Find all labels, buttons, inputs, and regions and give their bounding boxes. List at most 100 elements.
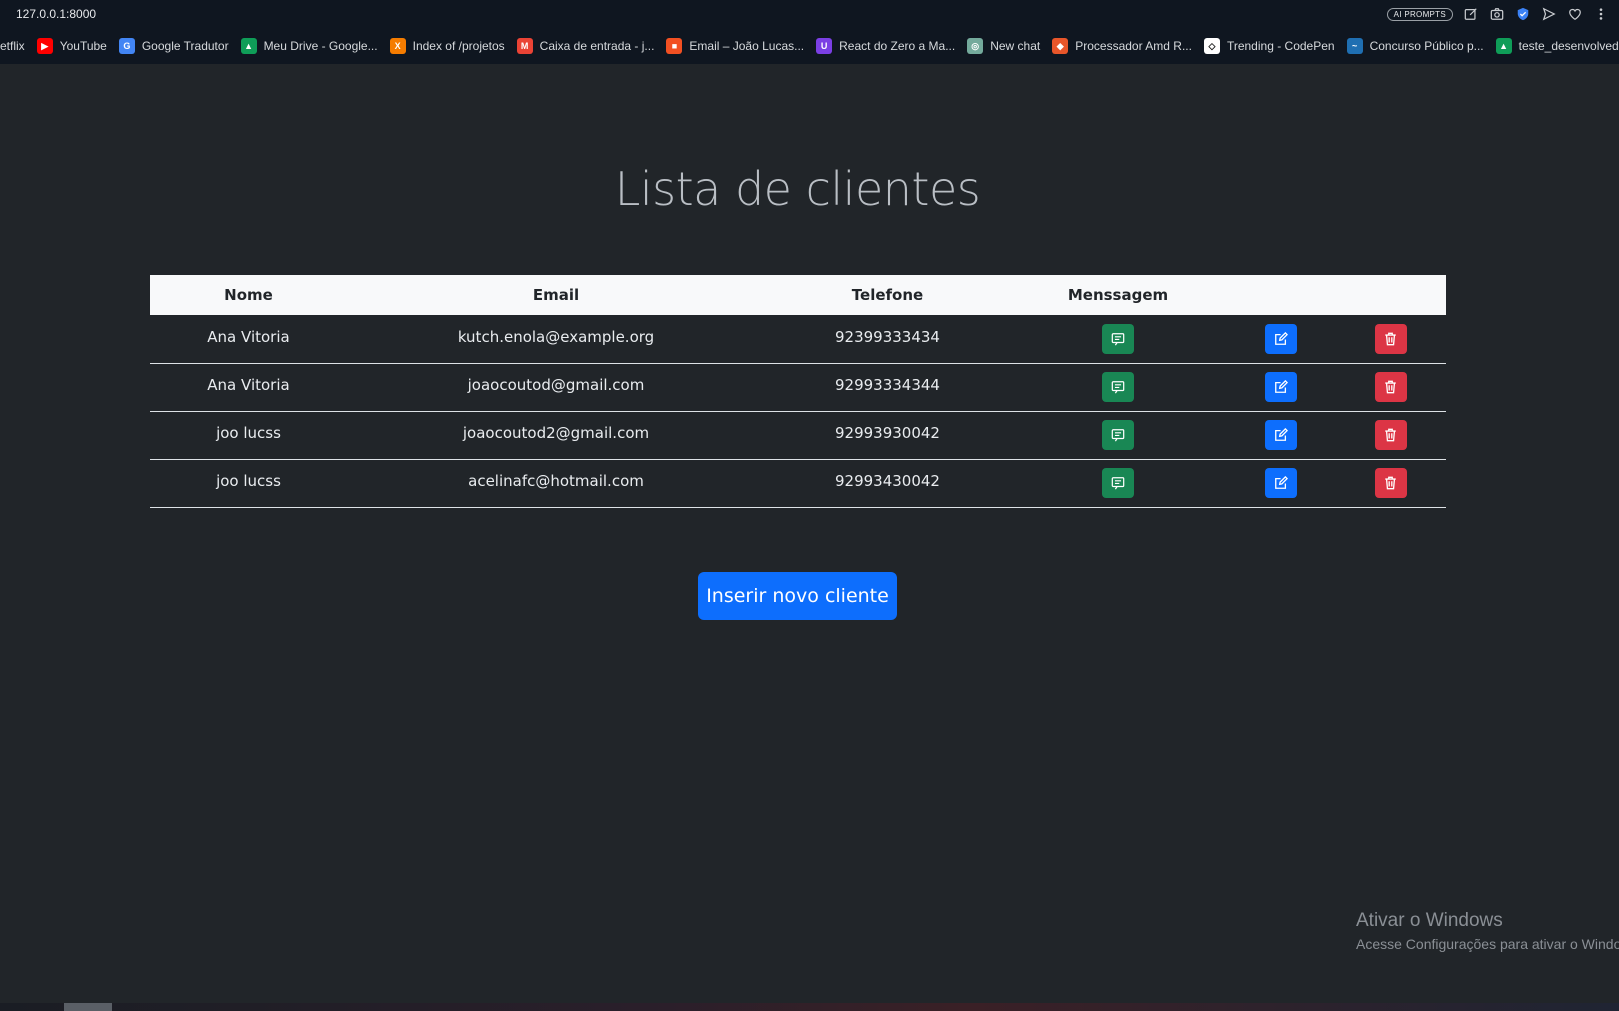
- bookmark-favicon-icon: ▲: [1495, 38, 1512, 54]
- ai-prompts-button[interactable]: AI PROMPTS: [1386, 7, 1453, 21]
- bookmark-label: Trending - CodePen: [1226, 39, 1335, 53]
- cell-message: [1010, 459, 1226, 507]
- cell-delete: [1335, 315, 1446, 363]
- clients-table-body: Ana Vitoria kutch.enola@example.org 923993…: [150, 315, 1446, 507]
- windows-activation-watermark: Ativar o Windows Acesse Configurações pa…: [1356, 910, 1619, 952]
- cell-nome: Ana Vitoria: [207, 327, 290, 346]
- table-row: joo lucss acelinafc@hotmail.com 9299343004…: [150, 459, 1446, 507]
- header-delete: [1335, 275, 1446, 315]
- bookmark-label: Concurso Público p...: [1369, 39, 1484, 53]
- heart-icon[interactable]: [1567, 6, 1583, 22]
- bookmark-item[interactable]: ▶ YouTube: [31, 32, 113, 60]
- bookmarks-bar: etflix ▶ YouTube G Google Tradutor ▲ Meu Drive…: [0, 28, 1619, 64]
- cell-nome: joo lucss: [216, 472, 281, 490]
- bookmark-favicon-icon: M: [516, 38, 533, 54]
- bookmark-item[interactable]: M Caixa de entrada - j...: [511, 32, 661, 60]
- cell-message: [1010, 363, 1226, 411]
- bookmark-item[interactable]: X Index of /projetos: [384, 32, 511, 60]
- camera-icon[interactable]: [1489, 6, 1505, 22]
- address-bar[interactable]: 127.0.0.1:8000: [16, 7, 96, 21]
- cell-email: kutch.enola@example.org: [457, 327, 655, 346]
- cell-message: [1010, 315, 1226, 363]
- bookmark-label: YouTube: [59, 39, 107, 53]
- edit-button[interactable]: [1264, 468, 1297, 498]
- cell-nome: joo lucss: [216, 424, 281, 442]
- bookmark-item[interactable]: U React do Zero a Ma...: [810, 32, 961, 60]
- bookmark-favicon-icon: U: [816, 38, 833, 54]
- pencil-square-icon: [1274, 428, 1288, 442]
- insert-client-button[interactable]: Inserir novo cliente: [698, 572, 897, 620]
- delete-button[interactable]: [1374, 468, 1407, 498]
- taskbar-item[interactable]: [64, 1003, 112, 1011]
- cell-delete: [1335, 411, 1446, 459]
- bookmark-item[interactable]: ■ Email – João Lucas...: [660, 32, 810, 60]
- bookmark-favicon-icon: ◎: [967, 38, 984, 54]
- cell-email: joaocoutod2@gmail.com: [462, 424, 650, 442]
- message-button[interactable]: [1102, 323, 1134, 354]
- bookmark-favicon-icon: G: [118, 38, 135, 54]
- cell-edit: [1226, 459, 1335, 507]
- chat-square-text-icon: [1111, 476, 1125, 490]
- trash-icon: [1384, 332, 1397, 346]
- delete-button[interactable]: [1374, 420, 1407, 450]
- bookmark-label: Google Tradutor: [141, 39, 229, 53]
- trash-icon: [1384, 428, 1397, 442]
- bookmark-item[interactable]: ~ Concurso Público p...: [1341, 32, 1490, 60]
- edit-button[interactable]: [1264, 420, 1297, 450]
- cell-edit: [1226, 363, 1335, 411]
- bookmark-label: etflix: [0, 39, 25, 53]
- bookmark-item[interactable]: ◇ Trending - CodePen: [1198, 32, 1341, 60]
- bookmark-favicon-icon: ~: [1346, 38, 1363, 54]
- taskbar: [0, 1003, 1619, 1011]
- bookmark-favicon-icon: ◇: [1203, 38, 1220, 54]
- trash-icon: [1384, 380, 1397, 394]
- bookmark-favicon-icon: ◆: [1052, 38, 1069, 54]
- message-button[interactable]: [1102, 468, 1134, 498]
- delete-button[interactable]: [1374, 323, 1407, 354]
- pencil-square-icon: [1274, 331, 1288, 346]
- edit-button[interactable]: [1264, 372, 1297, 402]
- cell-email: joaocoutod@gmail.com: [467, 376, 645, 394]
- table-row: joo lucss joaocoutod2@gmail.com 9299393004…: [150, 411, 1446, 459]
- clients-table: Nome Email Telefone Menssagem Ana Vitori…: [150, 275, 1446, 508]
- table-row: Ana Vitoria joaocoutod@gmail.com 929933343…: [150, 363, 1446, 411]
- cell-message: [1010, 411, 1226, 459]
- bookmark-item[interactable]: ◎ New chat: [961, 32, 1046, 60]
- bookmark-item[interactable]: ◆ Processador Amd R...: [1046, 32, 1198, 60]
- delete-button[interactable]: [1374, 372, 1407, 402]
- browser-top-bar: 127.0.0.1:8000 AI PROMPTS: [0, 0, 1619, 28]
- table-header-row: Nome Email Telefone Menssagem: [150, 275, 1446, 315]
- pencil-square-icon: [1274, 476, 1288, 490]
- send-icon[interactable]: [1541, 6, 1557, 22]
- cell-edit: [1226, 411, 1335, 459]
- bookmark-label: New chat: [990, 39, 1041, 53]
- bookmark-label: React do Zero a Ma...: [839, 39, 956, 53]
- cell-delete: [1335, 363, 1446, 411]
- cell-telefone: 92993334344: [835, 376, 940, 394]
- bookmark-label: Processador Amd R...: [1075, 39, 1192, 53]
- header-mensagem: Menssagem: [1067, 286, 1169, 304]
- edit-button[interactable]: [1264, 323, 1297, 354]
- menu-icon[interactable]: [1593, 6, 1609, 22]
- edit-page-icon[interactable]: [1463, 6, 1479, 22]
- chat-square-text-icon: [1111, 380, 1125, 394]
- bookmark-label: Email – João Lucas...: [689, 39, 805, 53]
- cell-telefone: 92993430042: [835, 472, 940, 490]
- extension-icons: AI PROMPTS: [1386, 4, 1609, 24]
- bookmark-item[interactable]: ▲ Meu Drive - Google...: [235, 32, 384, 60]
- message-button[interactable]: [1102, 372, 1134, 402]
- shield-icon[interactable]: [1515, 6, 1531, 22]
- watermark-subtitle: Acesse Configurações para ativar o Windo…: [1356, 936, 1619, 952]
- cell-telefone: 92993930042: [835, 424, 940, 442]
- bookmark-item[interactable]: etflix: [0, 32, 31, 60]
- bookmark-label: Meu Drive - Google...: [263, 39, 378, 53]
- chat-square-text-icon: [1111, 428, 1125, 442]
- bookmark-item[interactable]: ▲ teste_desenvolved...: [1490, 32, 1619, 60]
- message-button[interactable]: [1102, 420, 1134, 450]
- cell-edit: [1226, 315, 1335, 363]
- chat-square-text-icon: [1111, 332, 1125, 346]
- bookmark-item[interactable]: G Google Tradutor: [113, 32, 235, 60]
- bookmark-favicon-icon: ▶: [36, 38, 53, 54]
- cell-telefone: 92399333434: [835, 327, 940, 346]
- header-telefone: Telefone: [851, 286, 924, 304]
